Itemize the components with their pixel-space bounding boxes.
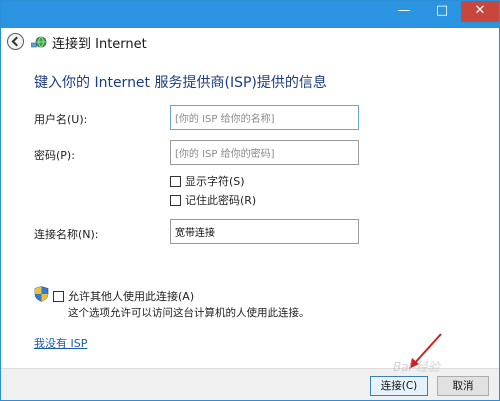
- uac-shield-icon: [34, 286, 49, 302]
- close-button[interactable]: ✕: [461, 1, 499, 22]
- allow-others-checkbox[interactable]: [53, 290, 64, 302]
- password-input[interactable]: [你的 ISP 给你的密码]: [170, 140, 359, 165]
- nav-bar: 连接到 Internet: [1, 28, 499, 56]
- connect-to-internet-window: — □ ✕ 连接到 Internet 键入你的 Internet 服务提供商(I…: [0, 0, 500, 401]
- cancel-button[interactable]: 取消: [437, 376, 489, 396]
- title-bar[interactable]: — □ ✕: [1, 1, 499, 28]
- connection-name-label: 连接名称(N):: [34, 228, 99, 241]
- no-isp-link[interactable]: 我没有 ISP: [34, 335, 87, 351]
- back-arrow-icon[interactable]: [7, 33, 24, 50]
- password-label: 密码(P):: [34, 149, 75, 162]
- username-input[interactable]: [你的 ISP 给你的名称]: [170, 105, 359, 130]
- page-heading: 键入你的 Internet 服务提供商(ISP)提供的信息: [34, 75, 327, 91]
- show-chars-checkbox[interactable]: [170, 175, 181, 187]
- allow-others-label: 允许其他人使用此连接(A): [68, 290, 195, 303]
- show-chars-label: 显示字符(S): [185, 175, 245, 188]
- watermark: Bai 经验: [393, 360, 440, 374]
- connect-button[interactable]: 连接(C): [370, 376, 428, 396]
- show-chars-checkbox-row[interactable]: 显示字符(S): [170, 173, 245, 189]
- remember-password-checkbox-row[interactable]: 记住此密码(R): [170, 192, 256, 208]
- connection-name-input[interactable]: 宽带连接: [170, 219, 359, 244]
- remember-password-label: 记住此密码(R): [185, 194, 257, 207]
- maximize-button[interactable]: □: [423, 1, 461, 22]
- username-label: 用户名(U):: [34, 113, 88, 126]
- wizard-title: 连接到 Internet: [52, 37, 147, 52]
- remember-password-checkbox[interactable]: [170, 194, 181, 206]
- network-icon: [31, 36, 47, 48]
- allow-others-note: 这个选项允许可以访问这台计算机的人使用此连接。: [68, 307, 310, 319]
- allow-others-checkbox-row[interactable]: 允许其他人使用此连接(A): [53, 288, 194, 304]
- minimize-button[interactable]: —: [385, 1, 423, 22]
